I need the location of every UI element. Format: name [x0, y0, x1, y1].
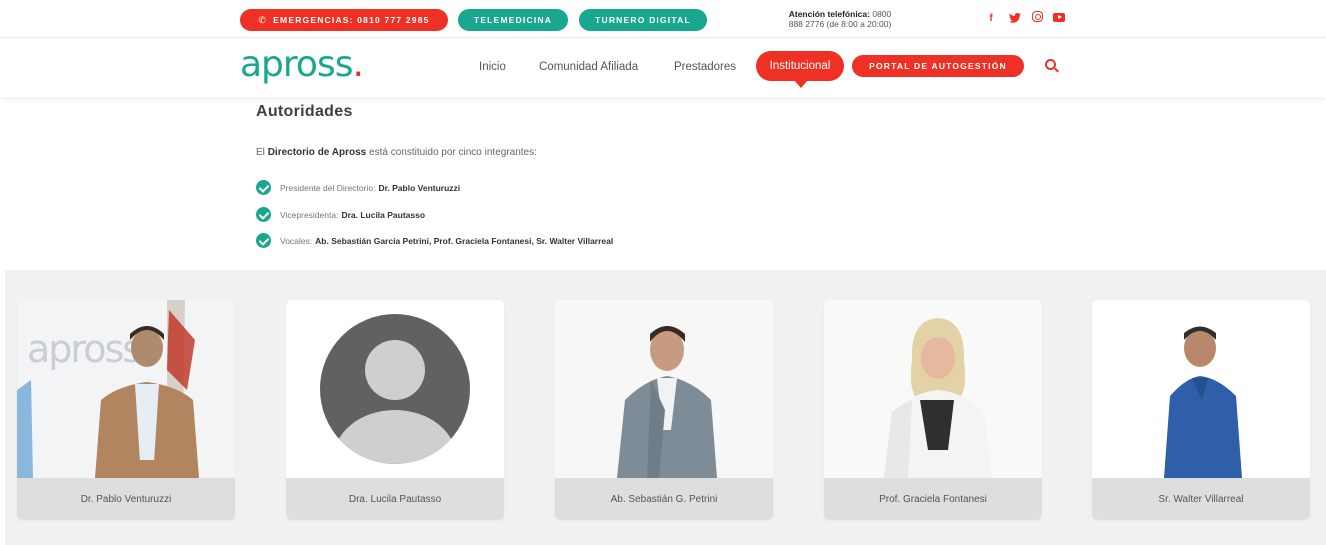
social-links: f: [984, 11, 1065, 25]
list-item: Vocales: Ab. Sebastián García Petrini, P…: [256, 233, 614, 263]
phone-info: Atención telefónica: 0800 888 2776 (de 8…: [770, 9, 910, 29]
authority-photo: [286, 300, 504, 478]
main-navbar: apross. Inicio Comunidad Afiliada Presta…: [0, 39, 1326, 97]
list-item-label: Presidente del Directorio:: [280, 183, 376, 193]
check-circle-icon: [256, 180, 271, 195]
instagram-icon[interactable]: [1032, 11, 1043, 22]
emergency-label: EMERGENCIAS: 0810 777 2985: [273, 15, 430, 25]
authorities-list: Presidente del Directorio: Dr. Pablo Ven…: [256, 180, 614, 263]
nav-item-inicio[interactable]: Inicio: [479, 61, 506, 73]
authority-card[interactable]: Sr. Walter Villarreal: [1092, 300, 1310, 520]
list-item: Vicepresidenta: Dra. Lucila Pautasso: [256, 206, 613, 237]
search-icon[interactable]: [1045, 59, 1056, 70]
turnero-label: TURNERO DIGITAL: [595, 15, 691, 25]
authority-card[interactable]: Ab. Sebastián G. Petrini: [555, 300, 773, 520]
logo-dot: .: [352, 44, 363, 85]
phone-info-number: 0800: [872, 9, 892, 19]
check-circle-icon: [256, 233, 271, 248]
nav-item-prestadores[interactable]: Prestadores: [674, 61, 736, 73]
authority-name: Sr. Walter Villarreal: [1092, 478, 1310, 520]
svg-text:apross: apross: [27, 327, 140, 371]
top-bar: ✆ EMERGENCIAS: 0810 777 2985 TELEMEDICIN…: [0, 0, 1326, 38]
list-item-value: Dr. Pablo Venturuzzi: [378, 183, 461, 193]
emergency-button[interactable]: ✆ EMERGENCIAS: 0810 777 2985: [240, 9, 448, 31]
nav-item-institucional-label: Institucional: [769, 60, 831, 72]
authority-photo: [1092, 300, 1310, 478]
authority-card[interactable]: Dra. Lucila Pautasso: [286, 300, 504, 520]
intro-bold: Directorio de Apross: [267, 147, 367, 158]
list-item-label: Vicepresidenta:: [280, 209, 339, 220]
logo-text: apross: [240, 44, 353, 85]
nav-item-institucional[interactable]: Institucional: [756, 51, 844, 88]
intro-text: El Directorio de Apross está constituido…: [256, 147, 537, 158]
list-item: Presidente del Directorio: Dr. Pablo Ven…: [256, 180, 613, 210]
list-item-label: Vocales:: [280, 236, 313, 246]
portal-label: PORTAL DE AUTOGESTIÓN: [869, 61, 1007, 71]
authority-name: Ab. Sebastián G. Petrini: [555, 478, 773, 520]
twitter-icon[interactable]: [1008, 11, 1022, 25]
authority-photo: apross: [17, 300, 235, 478]
authority-photo: [555, 300, 773, 478]
check-circle-icon: [256, 206, 271, 222]
portal-autogestion-button[interactable]: PORTAL DE AUTOGESTIÓN: [852, 55, 1024, 77]
authority-card[interactable]: Prof. Graciela Fontanesi: [824, 300, 1042, 520]
authority-name: Dr. Pablo Venturuzzi: [17, 478, 235, 520]
facebook-icon[interactable]: f: [984, 11, 998, 25]
authority-card[interactable]: apross Dr. Pablo Venturuzzi: [17, 300, 235, 520]
turnero-digital-button[interactable]: TURNERO DIGITAL: [579, 9, 707, 31]
intro-prefix: El: [256, 147, 265, 158]
telemedicina-button[interactable]: TELEMEDICINA: [458, 9, 568, 31]
page-title: Autoridades: [256, 103, 353, 120]
authority-photo: [824, 300, 1042, 478]
authority-name: Dra. Lucila Pautasso: [286, 478, 504, 520]
list-item-value: Dra. Lucila Pautasso: [341, 209, 426, 220]
phone-info-label: Atención telefónica:: [788, 9, 870, 19]
telemedicina-label: TELEMEDICINA: [473, 15, 553, 25]
phone-info-hours: 888 2776 (de 8:00 a 20:00): [788, 19, 892, 29]
nav-item-comunidad-afiliada[interactable]: Comunidad Afiliada: [539, 61, 638, 73]
phone-icon: ✆: [258, 14, 268, 25]
authority-name: Prof. Graciela Fontanesi: [824, 478, 1042, 520]
intro-suffix: está constituido por cinco integrantes:: [369, 147, 537, 158]
apross-logo[interactable]: apross.: [240, 44, 364, 85]
youtube-icon[interactable]: [1053, 13, 1065, 22]
list-item-value: Ab. Sebastián García Petrini, Prof. Grac…: [315, 236, 614, 246]
